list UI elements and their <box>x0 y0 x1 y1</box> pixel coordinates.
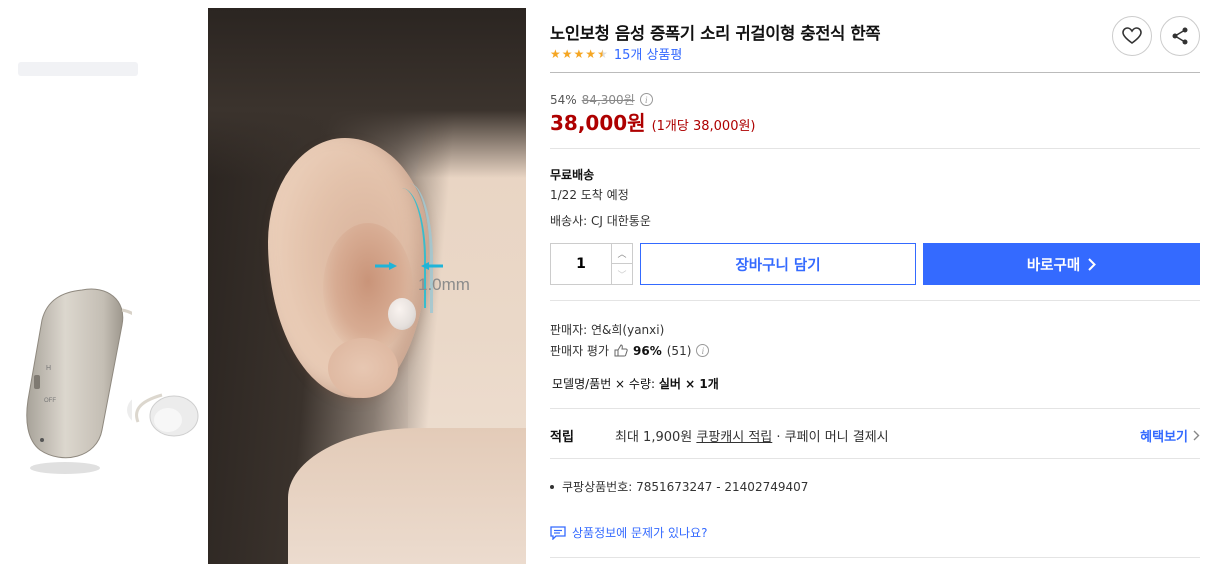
seller-rating-label: 판매자 평가 <box>550 344 610 358</box>
share-button[interactable] <box>1160 16 1200 56</box>
half-star-icon: ★ <box>597 46 608 61</box>
points-amount: 최대 1,900원 <box>615 430 693 445</box>
points-condition: · 쿠페이 머니 결제시 <box>776 430 889 445</box>
svg-text:OFF: OFF <box>44 398 56 404</box>
points-text: 최대 1,900원 쿠팡캐시 적립 · 쿠페이 머니 결제시 <box>615 426 889 445</box>
hearing-aid-dome <box>388 298 416 330</box>
chevron-down-icon: ﹀ <box>617 270 627 281</box>
quantity-increase-button[interactable]: ︿ <box>611 244 632 264</box>
buy-now-label: 바로구매 <box>1026 257 1081 274</box>
shipping-eta: 1/22 도착 예정 <box>550 188 629 202</box>
thumbs-up-icon <box>614 344 628 357</box>
rating-row: ★ ★ ★ ★ ★ 15개 상품평 <box>550 44 683 64</box>
seller-rating-row: 판매자 평가 96% (51) i <box>550 342 710 359</box>
original-price: 84,300원 <box>581 93 635 107</box>
arrow-right-icon <box>375 262 397 270</box>
arrow-left-icon <box>421 262 443 270</box>
sale-price: 38,000원 <box>550 111 646 135</box>
product-image-area: 1.0mm H OFF <box>0 0 527 572</box>
wishlist-button[interactable] <box>1112 16 1152 56</box>
seller-name: 판매자: 연&희(yanxi) <box>550 323 665 337</box>
divider <box>550 148 1200 149</box>
svg-text:H: H <box>46 365 51 372</box>
star-rating: ★ ★ ★ ★ ★ <box>550 48 608 60</box>
info-icon[interactable]: i <box>639 93 653 106</box>
add-to-cart-label: 장바구니 담기 <box>735 257 821 274</box>
divider <box>550 300 1200 301</box>
share-icon <box>1172 27 1188 45</box>
product-code-row: 쿠팡상품번호: 7851673247 - 21402749407 <box>550 478 808 495</box>
quantity-decrease-button[interactable]: ﹀ <box>611 264 632 284</box>
faint-watermark <box>18 62 138 76</box>
shipping-title: 무료배송 <box>550 168 595 182</box>
sale-price-row: 38,000원 (1개당 38,000원) <box>550 107 756 136</box>
measurement-label: 1.0mm <box>418 275 470 294</box>
report-issue-link[interactable]: 상품정보에 문제가 있나요? <box>550 524 707 541</box>
points-label: 적립 <box>550 430 574 445</box>
star-icon: ★ <box>573 46 585 61</box>
shipping-carrier: 배송사: CJ 대한통운 <box>550 214 651 228</box>
product-code: 쿠팡상품번호: 7851673247 - 21402749407 <box>562 480 809 494</box>
photo-neck <box>288 428 526 564</box>
report-issue-label: 상품정보에 문제가 있나요? <box>572 526 708 540</box>
chevron-right-icon <box>1193 430 1200 441</box>
option-summary: 모델명/품번 × 수량: 실버 × 1개 <box>552 375 719 392</box>
seller-rating-value: 96% <box>633 343 662 358</box>
view-benefits-label: 혜택보기 <box>1140 430 1188 445</box>
ear-dome-tip <box>135 393 199 437</box>
chevron-right-icon <box>1088 257 1097 271</box>
star-icon: ★ <box>585 46 597 61</box>
report-icon <box>550 525 566 540</box>
divider <box>550 72 1200 73</box>
divider <box>550 408 1200 409</box>
info-icon[interactable]: i <box>696 344 710 357</box>
option-value: 실버 × 1개 <box>658 377 719 391</box>
quantity-stepper: ︿ ﹀ <box>550 243 633 285</box>
bullet <box>550 484 554 489</box>
unit-price: (1개당 38,000원) <box>651 119 756 134</box>
photo-ear-lobe <box>328 338 398 398</box>
chevron-up-icon: ︿ <box>617 250 627 260</box>
option-prefix: 모델명/품번 × 수량: <box>552 377 656 391</box>
product-title: 노인보청 음성 증폭기 소리 귀걸이형 충전식 한쪽 <box>550 24 881 43</box>
product-photo[interactable]: 1.0mm <box>208 8 526 564</box>
review-count-link[interactable]: 15개 상품평 <box>614 44 683 63</box>
coupang-cash-link[interactable]: 쿠팡캐시 적립 <box>696 430 772 445</box>
quantity-input[interactable] <box>551 244 611 284</box>
product-info-panel: 노인보청 음성 증폭기 소리 귀걸이형 충전식 한쪽 ★ ★ ★ ★ ★ 15개… <box>550 0 1200 572</box>
hearing-aid-device: H OFF <box>26 288 132 459</box>
buy-now-button[interactable]: 바로구매 <box>923 243 1200 285</box>
divider <box>550 458 1200 459</box>
hearing-aid-shadow <box>30 462 100 474</box>
seller-rating-count: (51) <box>666 343 692 358</box>
heart-icon <box>1122 27 1142 44</box>
divider <box>550 557 1200 558</box>
original-price-row: 54% 84,300원 i <box>550 91 653 108</box>
star-icon: ★ <box>561 46 573 61</box>
discount-rate: 54% <box>550 92 577 107</box>
add-to-cart-button[interactable]: 장바구니 담기 <box>640 243 916 285</box>
star-icon: ★ <box>550 46 561 61</box>
view-benefits-link[interactable]: 혜택보기 <box>1140 426 1200 445</box>
